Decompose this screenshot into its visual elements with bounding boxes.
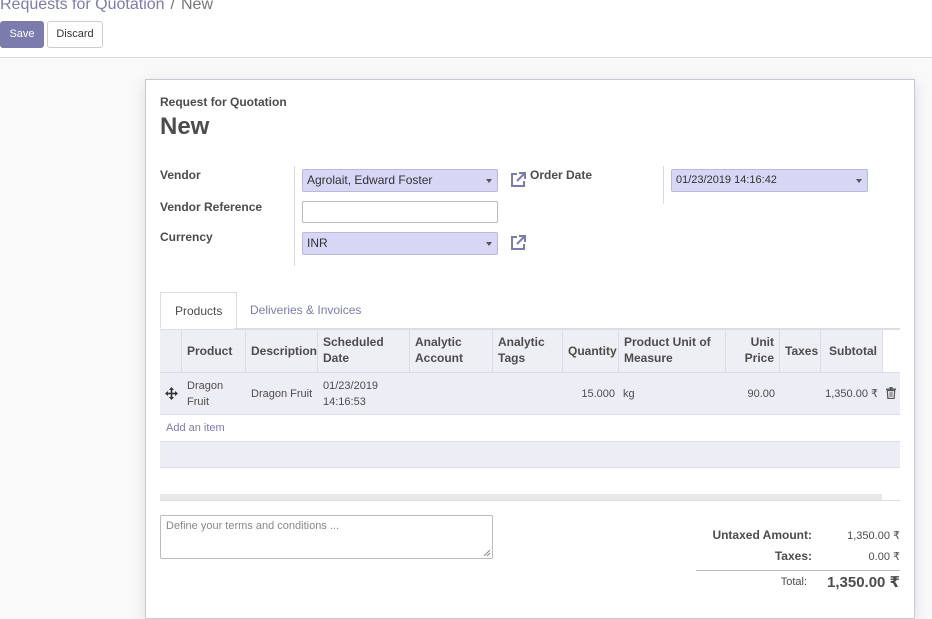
currency-value: INR — [307, 236, 328, 250]
terms-placeholder: Define your terms and conditions ... — [166, 520, 340, 532]
header-scheduled-line1: Scheduled — [323, 335, 384, 349]
cell-subtotal: 1,350.00 ₹ — [825, 388, 878, 400]
add-item-link[interactable]: Add an item — [166, 422, 225, 434]
terms-conditions-textarea[interactable]: Define your terms and conditions ... — [160, 515, 493, 559]
form-sheet: Request for Quotation New Vendor Vendor … — [145, 79, 915, 619]
empty-table-row — [160, 441, 900, 468]
order-date-label: Order Date — [530, 168, 593, 182]
currency-label: Currency — [160, 230, 213, 244]
tab-deliveries-invoices[interactable]: Deliveries & Invoices — [236, 292, 375, 329]
cell-product: Dragon Fruit — [187, 378, 223, 410]
total-value: 1,350.00 ₹ — [827, 574, 900, 591]
cell-date-line2: 14:16:53 — [323, 396, 366, 408]
header-handle-column — [160, 330, 181, 372]
cell-uom: kg — [623, 388, 635, 400]
move-icon[interactable] — [165, 387, 178, 400]
breadcrumb-parent-link[interactable]: Requests for Quotation — [0, 0, 165, 13]
control-panel: Requests for Quotation / New Save Discard — [0, 0, 932, 58]
vendor-value: Agrolait, Edward Foster — [307, 173, 433, 187]
cell-product-line1: Dragon — [187, 380, 224, 392]
breadcrumb-current: New — [181, 0, 214, 13]
header-uom[interactable]: Product Unit of Measure — [618, 330, 725, 372]
document-name: New — [160, 113, 210, 140]
table-bottom-border — [160, 500, 900, 501]
column-divider-right — [663, 166, 664, 204]
chevron-down-icon — [486, 179, 492, 183]
column-divider-left — [294, 166, 295, 266]
untaxed-amount-label: Untaxed Amount: — [712, 528, 812, 542]
header-unit-price-line1: Unit — [750, 335, 774, 349]
header-uom-line1: Product Unit of — [624, 335, 711, 349]
header-scheduled-line2: Date — [323, 351, 350, 365]
cell-description: Dragon Fruit — [251, 388, 313, 400]
header-quantity[interactable]: Quantity — [562, 330, 618, 372]
header-analytic-account[interactable]: Analytic Account — [409, 330, 492, 372]
breadcrumb: Requests for Quotation / New — [0, 0, 213, 15]
breadcrumb-separator: / — [170, 0, 175, 13]
order-date-picker[interactable]: 01/23/2019 14:16:42 — [671, 169, 868, 192]
totals-divider — [696, 570, 900, 571]
header-product[interactable]: Product — [181, 330, 245, 372]
total-label: Total: — [780, 576, 807, 588]
vendor-label: Vendor — [160, 168, 201, 182]
cell-unit-price: 90.00 — [747, 388, 775, 400]
untaxed-amount-value: 1,350.00 ₹ — [847, 530, 900, 542]
header-analytic-tags-line1: Analytic — [498, 335, 545, 349]
header-taxes[interactable]: Taxes — [779, 330, 820, 372]
header-unit-price-line2: Price — [744, 351, 774, 365]
header-unit-price[interactable]: Unit Price — [725, 330, 779, 372]
cell-date-line1: 01/23/2019 — [323, 380, 379, 392]
resize-grip-icon[interactable] — [483, 549, 491, 557]
vendor-reference-input[interactable] — [302, 201, 498, 223]
header-delete-column — [882, 330, 900, 372]
vendor-select[interactable]: Agrolait, Edward Foster — [302, 169, 498, 192]
header-description[interactable]: Description — [245, 330, 317, 372]
header-analytic-account-line1: Analytic — [415, 335, 462, 349]
external-link-icon[interactable] — [509, 171, 527, 189]
chevron-down-icon — [856, 179, 862, 183]
chevron-down-icon — [486, 242, 492, 246]
taxes-label: Taxes: — [774, 549, 812, 563]
vendor-reference-label: Vendor Reference — [160, 200, 263, 214]
discard-button[interactable]: Discard — [47, 21, 103, 48]
header-analytic-tags-line2: Tags — [498, 351, 526, 365]
cell-product-line2: Fruit — [187, 396, 209, 408]
cell-scheduled-date: 01/23/2019 14:16:53 — [323, 378, 378, 410]
currency-select[interactable]: INR — [302, 232, 498, 255]
cell-quantity: 15.000 — [581, 388, 615, 400]
header-subtotal[interactable]: Subtotal — [820, 330, 882, 372]
external-link-icon[interactable] — [509, 234, 527, 252]
tab-products[interactable]: Products — [160, 292, 238, 329]
trash-icon[interactable] — [886, 387, 896, 399]
document-type: Request for Quotation — [160, 95, 287, 109]
taxes-value: 0.00 ₹ — [868, 551, 900, 563]
order-lines-header: Product Description Scheduled Date Analy… — [160, 329, 900, 373]
table-row[interactable]: Dragon Fruit Dragon Fruit 01/23/2019 14:… — [160, 373, 900, 415]
header-scheduled-date[interactable]: Scheduled Date — [317, 330, 409, 372]
header-analytic-tags[interactable]: Analytic Tags — [492, 330, 562, 372]
header-uom-line2: Measure — [624, 351, 673, 365]
header-analytic-account-line2: Account — [415, 351, 463, 365]
order-date-value: 01/23/2019 14:16:42 — [676, 174, 777, 186]
save-button[interactable]: Save — [0, 21, 44, 48]
